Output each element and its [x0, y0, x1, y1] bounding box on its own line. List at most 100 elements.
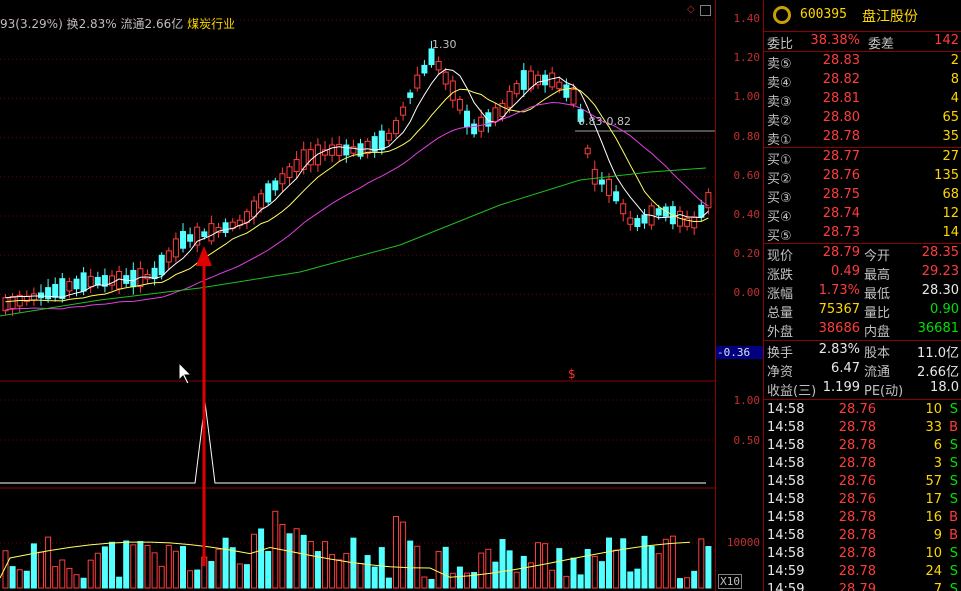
fund-label: PE(动)	[864, 384, 904, 399]
ask-price: 28.80	[822, 110, 860, 125]
volume-bar	[435, 550, 442, 589]
stat-value: 1.73%	[818, 283, 860, 298]
tick-volume: 57	[925, 474, 942, 489]
fund-label: 换手	[767, 346, 794, 361]
volume-bar	[16, 569, 23, 589]
candle-body	[400, 106, 407, 116]
volume-bar	[180, 546, 186, 589]
stat-label: 外盘	[767, 325, 794, 340]
volume-bar	[570, 557, 577, 589]
volume-bar	[577, 574, 584, 589]
tick-time: 14:58	[767, 420, 805, 435]
volume-bar	[385, 577, 392, 589]
volume-bar	[620, 538, 627, 589]
bid-volume: 12	[942, 206, 959, 221]
volume-bar	[80, 577, 87, 589]
volume-bar	[251, 533, 257, 589]
volume-bar	[272, 510, 279, 589]
tick-volume: 33	[925, 420, 942, 435]
price-axis-label: 0.80	[733, 129, 761, 143]
stat-label: 最低	[864, 287, 891, 302]
volume-bar	[151, 552, 158, 589]
price-axis-label: 1.20	[733, 51, 761, 65]
candle-body	[449, 80, 456, 101]
volume-bar	[137, 541, 144, 589]
candle-body	[478, 116, 485, 132]
kline-chart-area[interactable]: 93(3.29%) 换2.83% 流通2.66亿 煤炭行业 1.30 0.83-0…	[0, 0, 715, 591]
volume-bar	[38, 551, 44, 589]
candle-body	[251, 200, 257, 218]
tick-row: 14:58 28.76 17 S	[764, 491, 961, 509]
bid-label: 买③	[767, 191, 792, 206]
stat-value: 0.49	[831, 264, 860, 279]
divider	[764, 399, 961, 400]
stat-value: 28.30	[921, 283, 959, 298]
stat-label: 内盘	[864, 325, 891, 340]
volume-bar	[165, 544, 172, 589]
candle-body	[627, 217, 634, 225]
bid-row: 买① 28.77 27	[764, 148, 961, 168]
bid-label: 买②	[767, 172, 792, 187]
ask-volume: 35	[942, 129, 959, 144]
volume-scale-label: X10	[718, 574, 742, 589]
candle-body	[641, 214, 648, 224]
fund-row: 净资 6.47 流通 2.66亿	[764, 360, 961, 380]
fund-value: 1.199	[822, 380, 860, 395]
tick-side: S	[949, 438, 958, 453]
quote-panel: 600395 盘江股份 委比 38.38% 委差 142 卖⑤ 28.83 2 卖④ 2…	[763, 0, 961, 591]
candle-body	[570, 89, 577, 105]
stat-value: 29.23	[921, 264, 959, 279]
weibi-row: 委比 38.38% 委差 142	[764, 32, 961, 52]
bid-price: 28.74	[822, 206, 860, 221]
candle-body	[187, 234, 194, 242]
candle-body	[584, 147, 591, 155]
tick-row: 14:58 28.76 10 S	[764, 401, 961, 419]
price-axis-label: 0.00	[733, 286, 761, 300]
bid-label: 买④	[767, 210, 792, 225]
stat-value: 0.90	[930, 302, 959, 317]
ask-price: 28.82	[822, 72, 860, 87]
ask-row: 卖② 28.80 65	[764, 109, 961, 129]
maximize-icon[interactable]	[700, 5, 711, 16]
candle-body	[279, 173, 286, 185]
tick-price: 28.78	[838, 510, 876, 525]
volume-bar	[52, 566, 59, 589]
tick-volume: 10	[925, 546, 942, 561]
volume-bar	[23, 570, 30, 589]
candle-body	[59, 278, 66, 299]
candle-body	[2, 297, 9, 312]
weibi-label: 委比	[767, 37, 794, 52]
candle-body	[556, 81, 563, 90]
ask-row: 卖④ 28.82 8	[764, 71, 961, 91]
candle-body	[464, 110, 470, 128]
stock-title[interactable]: 600395 盘江股份	[764, 0, 961, 32]
volume-bar	[591, 555, 598, 589]
candle-body	[158, 254, 165, 276]
diamond-icon[interactable]: ◇	[687, 4, 695, 15]
tick-volume: 9	[933, 528, 942, 543]
chart-canvas[interactable]: 1.30 0.83-0.82 $	[0, 0, 715, 591]
volume-bar	[336, 559, 343, 589]
tick-row: 14:58 28.78 10 S	[764, 545, 961, 563]
volume-bar	[265, 551, 272, 589]
tick-time: 14:58	[767, 546, 805, 561]
candle-body	[286, 166, 293, 179]
candle-body	[606, 178, 612, 196]
tick-price: 28.78	[838, 420, 876, 435]
tick-side: S	[949, 456, 958, 471]
ask-row: 卖⑤ 28.83 2	[764, 52, 961, 72]
tick-side: S	[949, 546, 958, 561]
volume-bar	[506, 550, 513, 589]
volume-bar	[407, 540, 414, 589]
volume-bar	[449, 572, 456, 589]
tick-time: 14:58	[767, 456, 805, 471]
volume-bar	[87, 559, 94, 589]
stat-label: 总量	[767, 306, 794, 321]
volume-bar	[2, 550, 9, 589]
volume-bar	[364, 555, 371, 589]
stat-value: 38686	[818, 321, 860, 336]
candle-body	[563, 84, 570, 98]
tick-side: S	[949, 492, 958, 507]
tick-price: 28.76	[838, 492, 876, 507]
volume-bar	[378, 547, 385, 589]
